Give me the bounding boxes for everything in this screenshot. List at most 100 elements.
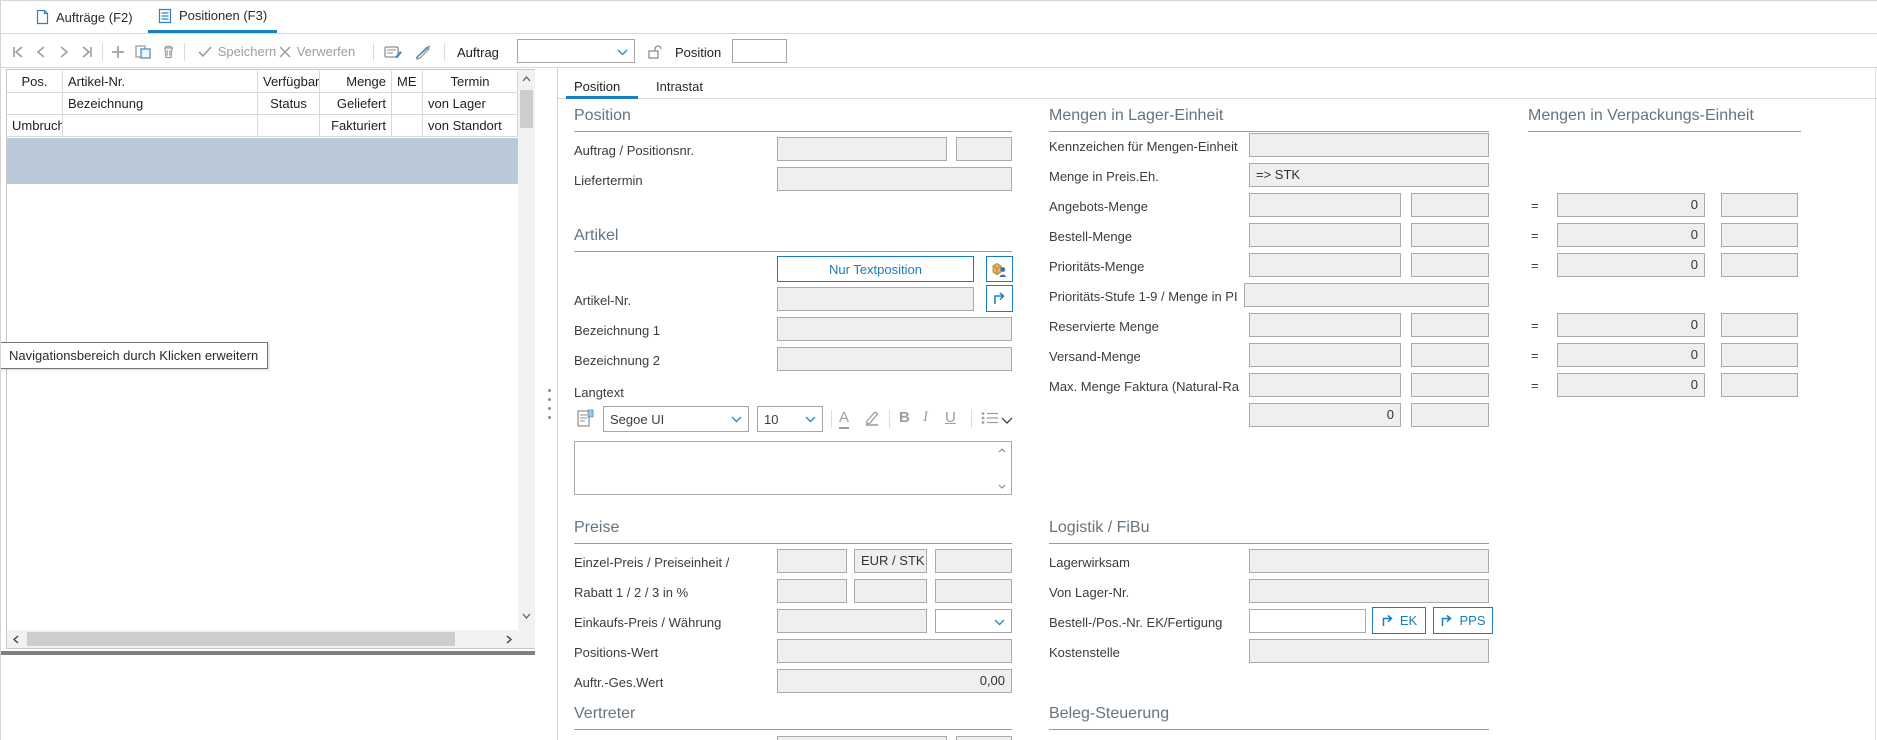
textarea-scroll-up[interactable] [994,443,1010,457]
tab-auftraege[interactable]: Aufträge (F2) [26,1,143,33]
bullet-list-button[interactable] [981,411,999,428]
print-edit-button[interactable] [381,39,405,64]
angebots-menge-field[interactable] [1249,193,1401,217]
angebots-menge-field2[interactable] [1411,193,1489,217]
nav-vscrollbar[interactable] [518,70,535,648]
unlock-icon-button[interactable] [643,39,665,64]
vpe-field-2[interactable]: 0 [1557,223,1705,247]
scroll-right-arrow[interactable] [500,630,518,648]
rabatt3-field[interactable] [935,579,1012,603]
delete-record-button[interactable] [159,39,177,64]
goto-artikel-button[interactable] [986,285,1013,312]
italic-button[interactable]: I [923,409,928,426]
einzelpreis-field[interactable] [777,549,847,573]
artikel-nr-field[interactable] [777,287,974,311]
vscroll-thumb[interactable] [520,90,533,128]
vpe-field-2b[interactable] [1721,223,1798,247]
paste-text-icon-button[interactable] [577,409,597,429]
col-umbruch[interactable]: Umbruch [7,115,63,137]
vpe-field-1[interactable]: 0 [1557,193,1705,217]
col-verfuegbar[interactable]: Verfügbar [258,71,320,93]
col-von-standort[interactable]: von Standort [423,115,518,137]
col-menge[interactable]: Menge [320,71,392,93]
scroll-up-arrow[interactable] [518,70,535,88]
ek-button[interactable]: EK [1372,607,1426,634]
col-status[interactable]: Status [258,93,320,115]
col-bezeichnung[interactable]: Bezeichnung [63,93,258,115]
copy-record-button[interactable] [132,39,154,64]
menge-summe-field[interactable]: 0 [1249,403,1401,427]
einkaufspreis-field[interactable] [777,609,927,633]
underline-button[interactable]: U [945,409,956,426]
reservierte-menge-field2[interactable] [1411,313,1489,337]
vpe-field-6b[interactable] [1721,373,1798,397]
tab-positionen[interactable]: Positionen (F3) [148,1,277,33]
bold-button[interactable]: B [899,409,910,426]
vpe-field-3b[interactable] [1721,253,1798,277]
new-record-button[interactable] [109,39,127,64]
textarea-scroll-down[interactable] [994,479,1010,493]
vpe-field-6[interactable]: 0 [1557,373,1705,397]
vpe-field-1b[interactable] [1721,193,1798,217]
von-lager-nr-field[interactable] [1249,579,1489,603]
font-size-select[interactable]: 10 [757,406,823,432]
vpe-field-3[interactable]: 0 [1557,253,1705,277]
position-input[interactable] [732,39,787,63]
col-pos[interactable]: Pos. [7,71,63,93]
bezeichnung1-field[interactable] [777,317,1012,341]
col-me[interactable]: ME [392,71,423,93]
preis-faktor-field[interactable] [935,549,1012,573]
rabatt2-field[interactable] [854,579,927,603]
prioritaets-menge-field[interactable] [1249,253,1401,277]
col-artikel-nr[interactable]: Artikel-Nr. [63,71,258,93]
col-fakturiert[interactable]: Fakturiert [320,115,392,137]
preiseinheit-field[interactable]: EUR / STK [854,549,927,573]
bestell-menge-field[interactable] [1249,223,1401,247]
max-menge-field2[interactable] [1411,373,1489,397]
col-von-lager[interactable]: von Lager [423,93,518,115]
bestell-pos-nr-field[interactable] [1249,609,1366,633]
vpe-field-5b[interactable] [1721,343,1798,367]
editor-more-chevron[interactable] [1001,413,1013,428]
prioritaets-stufe-field[interactable] [1244,283,1489,307]
nav-collapse-handle[interactable] [546,389,553,419]
font-family-select[interactable]: Segoe UI [603,406,749,432]
positionsnr-field[interactable] [956,137,1012,161]
vertreter-field[interactable] [777,736,947,740]
detail-tab-intrastat[interactable]: Intrastat [656,73,703,99]
langtext-textarea[interactable] [574,441,1012,495]
discard-button[interactable]: Verwerfen [269,39,365,64]
vpe-field-4[interactable]: 0 [1557,313,1705,337]
versand-menge-field2[interactable] [1411,343,1489,367]
vpe-field-5[interactable]: 0 [1557,343,1705,367]
menge-preiseh-field[interactable]: => STK [1249,163,1489,187]
first-record-button[interactable] [9,39,27,64]
col-geliefert[interactable]: Geliefert [320,93,392,115]
horizontal-splitter[interactable] [1,651,535,655]
waehrung-select[interactable] [935,609,1012,633]
lagerwirksam-field[interactable] [1249,549,1489,573]
artikel-suche-button[interactable] [986,256,1013,282]
bestell-menge-field2[interactable] [1411,223,1489,247]
next-record-button[interactable] [56,39,72,64]
selected-row[interactable] [7,138,518,184]
pps-button[interactable]: PPS [1433,607,1493,634]
col-termin[interactable]: Termin [423,71,518,93]
scroll-left-arrow[interactable] [7,630,25,648]
bezeichnung2-field[interactable] [777,347,1012,371]
last-record-button[interactable] [78,39,96,64]
liefertermin-field[interactable] [777,167,1012,191]
menge-summe-field2[interactable] [1411,403,1489,427]
nur-textposition-button[interactable]: Nur Textposition [777,256,974,282]
positionswert-field[interactable] [777,639,1012,663]
highlight-pen-button[interactable] [863,409,880,429]
auftrag-nr-field[interactable] [777,137,947,161]
reservierte-menge-field[interactable] [1249,313,1401,337]
kostenstelle-field[interactable] [1249,639,1489,663]
auftrag-combobox[interactable] [517,39,635,63]
font-color-button[interactable]: A [839,409,849,429]
hscroll-thumb[interactable] [27,632,455,646]
max-menge-field[interactable] [1249,373,1401,397]
versand-menge-field[interactable] [1249,343,1401,367]
vpe-field-4b[interactable] [1721,313,1798,337]
